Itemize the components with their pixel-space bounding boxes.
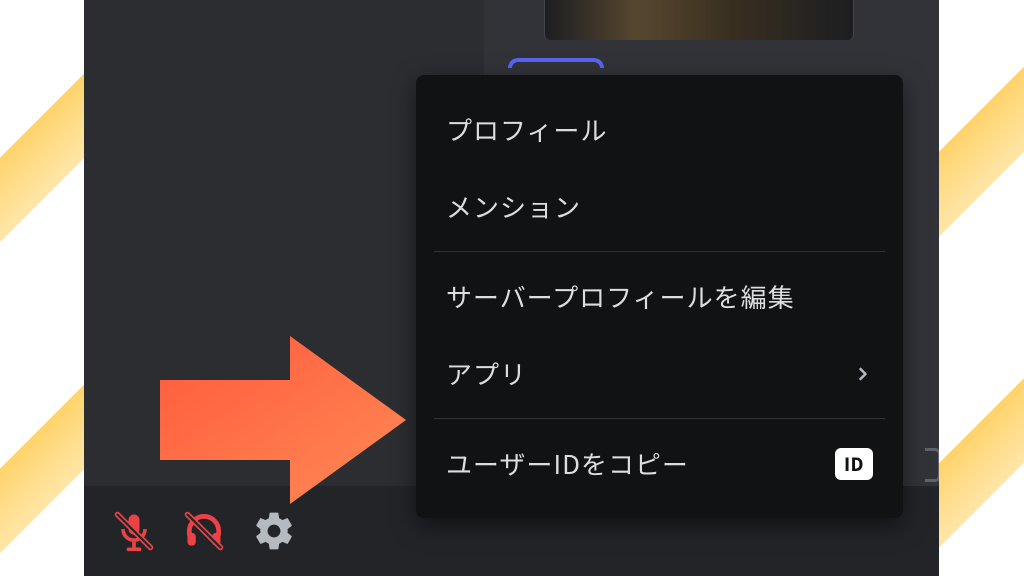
headphones-muted-icon — [182, 509, 226, 553]
menu-item-copy-user-id[interactable]: ユーザーIDをコピー ID — [416, 425, 903, 502]
user-context-menu: プロフィール メンション サーバープロフィールを編集 アプリ ユーザーIDをコピ… — [416, 75, 903, 518]
gear-icon — [252, 509, 296, 553]
menu-item-profile[interactable]: プロフィール — [416, 91, 903, 168]
deafen-button[interactable] — [180, 507, 228, 555]
menu-separator — [434, 251, 885, 252]
message-attachment-thumbnail[interactable] — [544, 0, 854, 40]
id-badge-icon: ID — [835, 448, 873, 480]
menu-item-mention[interactable]: メンション — [416, 168, 903, 245]
menu-item-label: サーバープロフィールを編集 — [446, 278, 795, 315]
chevron-right-icon — [853, 355, 873, 392]
mute-mic-button[interactable] — [110, 507, 158, 555]
menu-item-label: メンション — [446, 188, 581, 225]
menu-item-label: ユーザーIDをコピー — [446, 445, 689, 482]
discord-app-frame: プロフィール メンション サーバープロフィールを編集 アプリ ユーザーIDをコピ… — [84, 0, 939, 576]
menu-item-label: プロフィール — [446, 111, 607, 148]
user-settings-button[interactable] — [250, 507, 298, 555]
microphone-muted-icon — [112, 509, 156, 553]
menu-item-edit-server-profile[interactable]: サーバープロフィールを編集 — [416, 258, 903, 335]
menu-separator — [434, 418, 885, 419]
menu-item-label: アプリ — [446, 355, 527, 392]
menu-item-apps[interactable]: アプリ — [416, 335, 903, 412]
reply-indicator — [508, 58, 604, 68]
partial-ui-edge — [925, 448, 939, 482]
